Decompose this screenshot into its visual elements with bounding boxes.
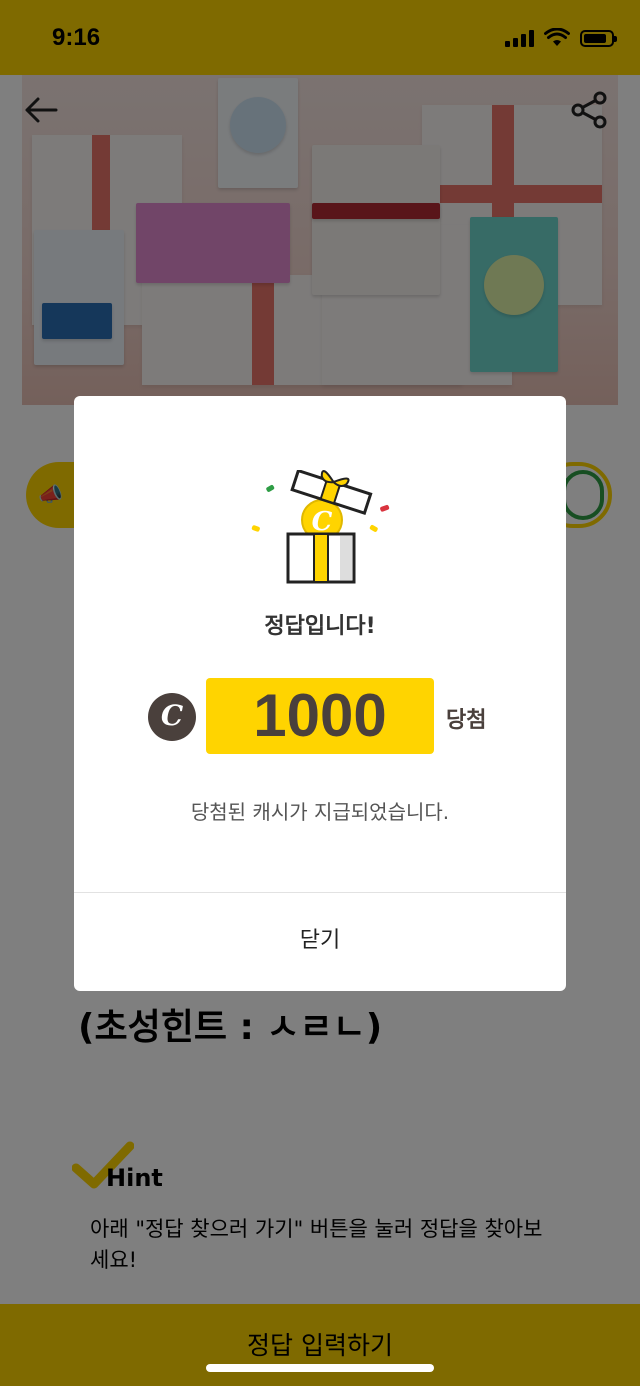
modal-title: 정답입니다! [264,614,376,639]
close-button[interactable]: 닫기 [74,893,566,991]
reward-amount-box: 1000 [206,678,434,754]
reward-modal: C 정답입니다! C 1000 당첨 당첨된 캐시가 지급되었습니다. 닫기 [74,396,566,991]
reward-amount: 1000 [253,682,387,749]
home-indicator [206,1364,434,1372]
reward-suffix: 당첨 [446,708,487,733]
gift-box-icon: C [251,470,390,584]
cash-coin-icon: C [148,693,196,741]
modal-description: 당첨된 캐시가 지급되었습니다. [190,800,450,824]
